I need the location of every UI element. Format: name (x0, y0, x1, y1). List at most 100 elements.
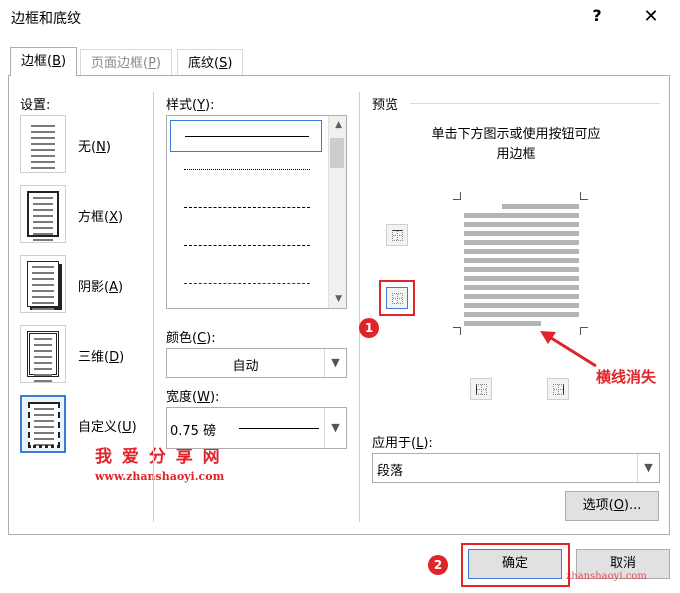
options-label: 选项( (582, 498, 614, 513)
style-dash-dot-item[interactable] (170, 268, 322, 300)
chevron-down-icon: ▼ (324, 408, 346, 448)
tab-page-borders[interactable]: 页面边框(P) (80, 49, 172, 76)
corner-mark-tr (580, 192, 588, 200)
style-list[interactable]: ▲ ▼ (166, 115, 347, 309)
preview-line (464, 231, 579, 236)
divider-right (359, 92, 360, 522)
setting-3d-suffix: ) (119, 350, 125, 365)
color-title: 颜色(C): (166, 327, 216, 346)
corner-mark-bl (453, 327, 461, 335)
width-value: 0.75 磅 (170, 424, 217, 439)
inside-horizontal-border-button[interactable] (386, 287, 408, 309)
preview-line (464, 303, 579, 308)
setting-none-label[interactable]: 无(N) (78, 136, 111, 155)
custom-bottom-dots (28, 445, 60, 449)
right-border-button[interactable] (547, 378, 569, 400)
style-scrollbar[interactable]: ▲ ▼ (328, 116, 346, 308)
setting-custom-button[interactable] (20, 395, 66, 453)
scroll-thumb[interactable] (330, 138, 344, 168)
preview-line (464, 312, 579, 317)
setting-none-text: 无( (78, 140, 97, 155)
setting-3d-button[interactable] (20, 325, 66, 383)
left-border-icon (476, 384, 487, 395)
options-suffix: )... (623, 498, 642, 513)
setting-custom-key: U (122, 420, 132, 435)
width-title-text: 宽度( (166, 390, 198, 405)
style-title-suffix: ): (205, 98, 215, 113)
preview-title: 预览 (372, 98, 399, 113)
dialog-title: 边框和底纹 (11, 11, 81, 27)
preview-line (464, 213, 579, 218)
setting-shadow-label[interactable]: 阴影(A) (78, 276, 123, 295)
style-title-text: 样式( (166, 98, 198, 113)
color-title-key: C (197, 331, 207, 346)
chevron-down-icon: ▼ (637, 454, 659, 482)
setting-custom-text: 自定义( (78, 420, 123, 435)
setting-box-text: 方框( (78, 210, 110, 225)
page-none-icon (27, 121, 59, 169)
setting-box-button[interactable] (20, 185, 66, 243)
setting-3d-key: D (109, 350, 120, 365)
chevron-down-icon: ▼ (324, 349, 346, 377)
options-button[interactable]: 选项(O)... (565, 491, 659, 521)
style-title: 样式(Y): (166, 94, 214, 113)
apply-to-value: 段落 (377, 464, 404, 479)
style-dotted-item[interactable] (170, 154, 322, 186)
tab-page-borders-label: 页面边框( (91, 56, 149, 71)
tab-page-borders-key: P (148, 56, 156, 71)
width-title-suffix: ): (209, 390, 220, 405)
preview-hint-1: 单击下方图示或使用按钮可应 (431, 127, 601, 142)
setting-custom-label[interactable]: 自定义(U) (78, 416, 137, 435)
page-box-icon (27, 191, 59, 241)
title-bar (0, 0, 680, 34)
preview-hint-2: 用边框 (496, 147, 536, 162)
style-solid-item[interactable] (170, 120, 322, 152)
width-select[interactable]: 0.75 磅 ▼ (166, 407, 347, 449)
preview-line (464, 276, 579, 281)
width-title: 宽度(W): (166, 386, 219, 405)
preview-title-rule (410, 103, 660, 104)
right-border-icon (553, 384, 564, 395)
color-select[interactable]: 自动 ▼ (166, 348, 347, 378)
apply-to-suffix: ): (423, 436, 433, 451)
setting-none-suffix: ) (105, 140, 111, 155)
setting-shadow-button[interactable] (20, 255, 66, 313)
preview-line (502, 204, 579, 209)
close-icon[interactable]: ✕ (633, 4, 669, 30)
tab-page-borders-suffix: ) (155, 56, 161, 71)
style-small-dash-item[interactable] (170, 192, 322, 224)
setting-none-button[interactable] (20, 115, 66, 173)
preview-line (464, 267, 579, 272)
settings-title: 设置: (20, 98, 51, 113)
color-title-text: 颜色( (166, 331, 198, 346)
tab-borders[interactable]: 边框(B) (10, 47, 78, 76)
inside-horizontal-icon (392, 293, 403, 304)
color-title-suffix: ): (206, 331, 216, 346)
setting-3d-label[interactable]: 三维(D) (78, 346, 124, 365)
preview-line (464, 222, 579, 227)
step-badge-1: 1 (359, 318, 379, 338)
tab-shading[interactable]: 底纹(S) (177, 49, 244, 76)
ok-button[interactable]: 确定 (468, 549, 562, 579)
apply-to-title: 应用于(L): (372, 432, 433, 451)
setting-shadow-key: A (109, 280, 118, 295)
corner-mark-tl (453, 192, 461, 200)
preview-line (464, 294, 579, 299)
left-border-button[interactable] (470, 378, 492, 400)
top-border-button[interactable] (386, 224, 408, 246)
tab-borders-label: 边框( (21, 54, 53, 69)
top-border-icon (392, 230, 403, 241)
style-dash-item[interactable] (170, 230, 322, 262)
setting-box-key: X (109, 210, 118, 225)
setting-none-key: N (96, 140, 106, 155)
scroll-up-icon[interactable]: ▲ (335, 120, 342, 130)
help-icon[interactable]: ? (587, 6, 607, 25)
tab-borders-key: B (52, 54, 61, 69)
scroll-down-icon[interactable]: ▼ (335, 294, 342, 304)
options-key: O (613, 498, 624, 513)
setting-box-label[interactable]: 方框(X) (78, 206, 123, 225)
preview-line (464, 285, 579, 290)
width-title-key: W (197, 390, 210, 405)
setting-shadow-suffix: ) (117, 280, 124, 295)
apply-to-select[interactable]: 段落 ▼ (372, 453, 660, 483)
